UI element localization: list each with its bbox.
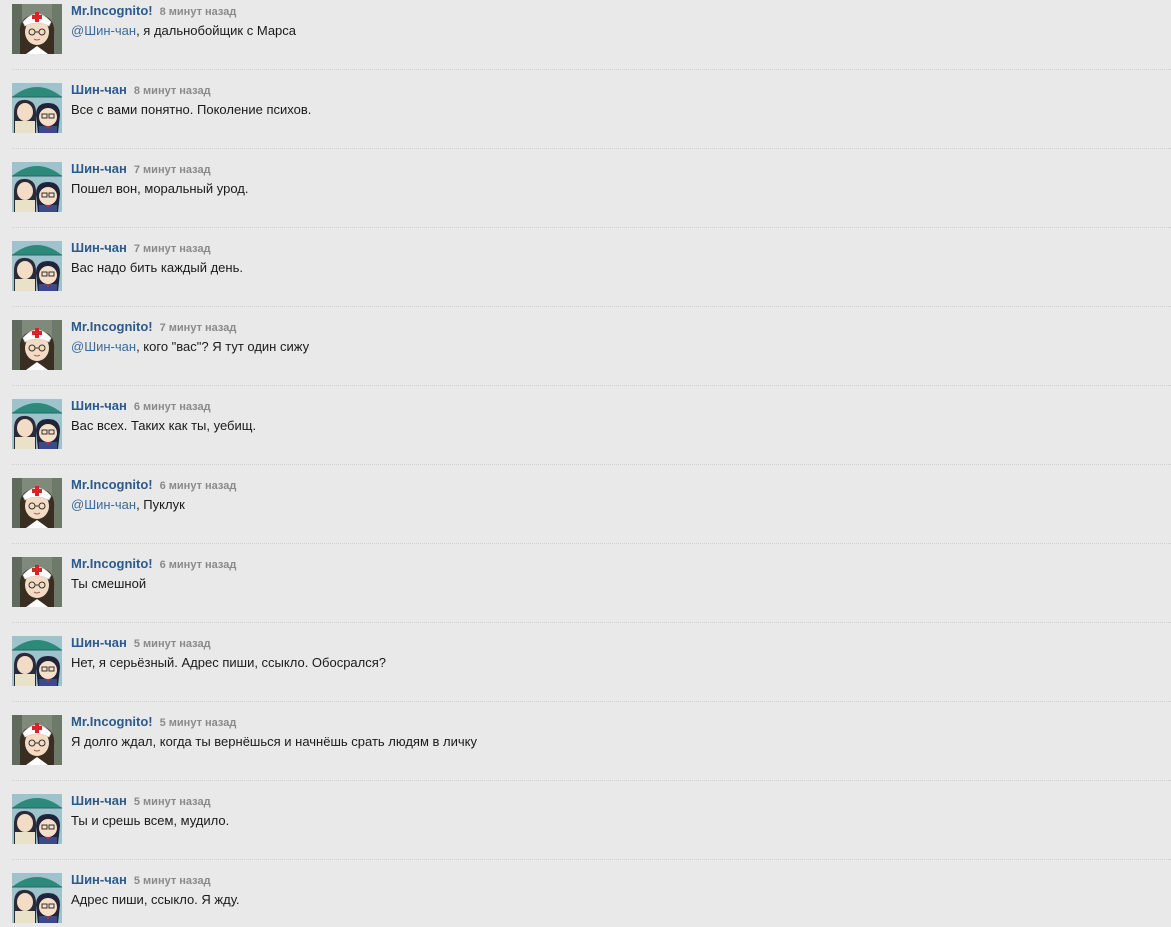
message-header: Шин-чан 5 минут назад bbox=[71, 634, 211, 653]
message-item: Mr.Incognito! 6 минут назад Ты смешной bbox=[0, 543, 1171, 632]
message-item: Шин-чан 8 минут назад Все с вами понятно. … bbox=[0, 69, 1171, 158]
message-text: Вас надо бить каждый день. bbox=[71, 259, 243, 276]
message-text: Ты смешной bbox=[71, 575, 146, 592]
message-divider bbox=[12, 69, 1171, 70]
message-item: Шин-чан 7 минут назад Пошел вон, моральный… bbox=[0, 148, 1171, 237]
message-text: Ты и срешь всем, мудило. bbox=[71, 812, 229, 829]
timestamp: 7 минут назад bbox=[159, 322, 237, 334]
author-link[interactable]: Шин-чан bbox=[71, 398, 127, 413]
umbrella-avatar[interactable] bbox=[12, 399, 62, 449]
timestamp: 5 минут назад bbox=[133, 796, 211, 808]
message-body: , я дальнобойщик с Марса bbox=[136, 23, 297, 38]
message-divider bbox=[12, 306, 1171, 307]
message-item: Шин-чан 6 минут назад Вас всех. Таких как … bbox=[0, 385, 1171, 474]
nurse-avatar[interactable] bbox=[12, 320, 62, 370]
message-text: Я долго ждал, когда ты вернёшься и начнё… bbox=[71, 733, 477, 750]
author-link[interactable]: Шин-чан bbox=[71, 872, 127, 887]
message-item: Шин-чан 5 минут назад Ты и срешь всем, муд… bbox=[0, 780, 1171, 869]
message-body: , кого "вас"? Я тут один сижу bbox=[136, 339, 310, 354]
author-link[interactable]: Mr.Incognito! bbox=[71, 477, 153, 492]
message-header: Mr.Incognito! 6 минут назад bbox=[71, 555, 236, 574]
message-header: Шин-чан 7 минут назад bbox=[71, 160, 211, 179]
message-header: Шин-чан 8 минут назад bbox=[71, 81, 211, 100]
message-text: Нет, я серьёзный. Адрес пиши, ссыкло. Об… bbox=[71, 654, 386, 671]
message-divider bbox=[12, 701, 1171, 702]
mention-link[interactable]: @Шин-чан bbox=[71, 339, 136, 354]
message-body: Нет, я серьёзный. Адрес пиши, ссыкло. Об… bbox=[71, 655, 387, 670]
message-body: Вас надо бить каждый день. bbox=[71, 260, 243, 275]
message-header: Шин-чан 7 минут назад bbox=[71, 239, 211, 258]
message-body: , Пуклук bbox=[136, 497, 185, 512]
author-link[interactable]: Mr.Incognito! bbox=[71, 714, 153, 729]
message-item: Mr.Incognito! 8 минут назад @Шин-чан, я да… bbox=[0, 0, 1171, 79]
chat-feed[interactable]: Mr.Incognito! 8 минут назад @Шин-чан, я да… bbox=[0, 0, 1171, 927]
author-link[interactable]: Mr.Incognito! bbox=[71, 3, 153, 18]
message-body: Адрес пиши, ссыкло. Я жду. bbox=[71, 892, 240, 907]
message-divider bbox=[12, 780, 1171, 781]
timestamp: 5 минут назад bbox=[133, 638, 211, 650]
message-divider bbox=[12, 622, 1171, 623]
author-link[interactable]: Шин-чан bbox=[71, 240, 127, 255]
message-header: Шин-чан 5 минут назад bbox=[71, 792, 211, 811]
message-divider bbox=[12, 464, 1171, 465]
author-link[interactable]: Mr.Incognito! bbox=[71, 319, 153, 334]
timestamp: 7 минут назад bbox=[133, 243, 211, 255]
message-header: Шин-чан 5 минут назад bbox=[71, 871, 211, 890]
message-item: Mr.Incognito! 5 минут назад Я долго ждал, … bbox=[0, 701, 1171, 790]
nurse-avatar[interactable] bbox=[12, 478, 62, 528]
mention-link[interactable]: @Шин-чан bbox=[71, 23, 136, 38]
author-link[interactable]: Шин-чан bbox=[71, 635, 127, 650]
message-divider bbox=[12, 859, 1171, 860]
message-item: Mr.Incognito! 6 минут назад @Шин-чан, Пукл… bbox=[0, 464, 1171, 553]
umbrella-avatar[interactable] bbox=[12, 162, 62, 212]
timestamp: 6 минут назад bbox=[159, 559, 237, 571]
message-item: Шин-чан 5 минут назад Нет, я серьёзный. Ад… bbox=[0, 622, 1171, 711]
message-body: Пошел вон, моральный урод. bbox=[71, 181, 249, 196]
message-header: Шин-чан 6 минут назад bbox=[71, 397, 211, 416]
message-text: @Шин-чан, Пуклук bbox=[71, 496, 185, 513]
nurse-avatar[interactable] bbox=[12, 4, 62, 54]
message-item: Шин-чан 5 минут назад Адрес пиши, ссыкло. … bbox=[0, 859, 1171, 927]
umbrella-avatar[interactable] bbox=[12, 636, 62, 686]
message-header: Mr.Incognito! 6 минут назад bbox=[71, 476, 236, 495]
author-link[interactable]: Mr.Incognito! bbox=[71, 556, 153, 571]
message-body: Ты и срешь всем, мудило. bbox=[71, 813, 230, 828]
umbrella-avatar[interactable] bbox=[12, 241, 62, 291]
mention-link[interactable]: @Шин-чан bbox=[71, 497, 136, 512]
message-body: Вас всех. Таких как ты, уебищ. bbox=[71, 418, 257, 433]
timestamp: 6 минут назад bbox=[133, 401, 211, 413]
author-link[interactable]: Шин-чан bbox=[71, 793, 127, 808]
nurse-avatar[interactable] bbox=[12, 557, 62, 607]
message-divider bbox=[12, 148, 1171, 149]
timestamp: 5 минут назад bbox=[159, 717, 237, 729]
message-header: Mr.Incognito! 7 минут назад bbox=[71, 318, 236, 337]
message-body: Ты смешной bbox=[71, 576, 147, 591]
message-divider bbox=[12, 227, 1171, 228]
timestamp: 7 минут назад bbox=[133, 164, 211, 176]
message-body: Я долго ждал, когда ты вернёшься и начнё… bbox=[71, 734, 477, 749]
timestamp: 8 минут назад bbox=[133, 85, 211, 97]
message-text: Пошел вон, моральный урод. bbox=[71, 180, 249, 197]
message-text: Все с вами понятно. Поколение психов. bbox=[71, 101, 311, 118]
message-text: Адрес пиши, ссыкло. Я жду. bbox=[71, 891, 240, 908]
message-item: Шин-чан 7 минут назад Вас надо бить каждый… bbox=[0, 227, 1171, 316]
timestamp: 8 минут назад bbox=[159, 6, 237, 18]
umbrella-avatar[interactable] bbox=[12, 873, 62, 923]
nurse-avatar[interactable] bbox=[12, 715, 62, 765]
message-text: @Шин-чан, кого "вас"? Я тут один сижу bbox=[71, 338, 309, 355]
message-divider bbox=[12, 385, 1171, 386]
author-link[interactable]: Шин-чан bbox=[71, 82, 127, 97]
message-header: Mr.Incognito! 5 минут назад bbox=[71, 713, 236, 732]
umbrella-avatar[interactable] bbox=[12, 83, 62, 133]
timestamp: 6 минут назад bbox=[159, 480, 237, 492]
message-text: Вас всех. Таких как ты, уебищ. bbox=[71, 417, 256, 434]
author-link[interactable]: Шин-чан bbox=[71, 161, 127, 176]
umbrella-avatar[interactable] bbox=[12, 794, 62, 844]
message-header: Mr.Incognito! 8 минут назад bbox=[71, 2, 236, 21]
timestamp: 5 минут назад bbox=[133, 875, 211, 887]
message-divider bbox=[12, 543, 1171, 544]
message-item: Mr.Incognito! 7 минут назад @Шин-чан, кого… bbox=[0, 306, 1171, 395]
message-body: Все с вами понятно. Поколение психов. bbox=[71, 102, 312, 117]
message-text: @Шин-чан, я дальнобойщик с Марса bbox=[71, 22, 296, 39]
